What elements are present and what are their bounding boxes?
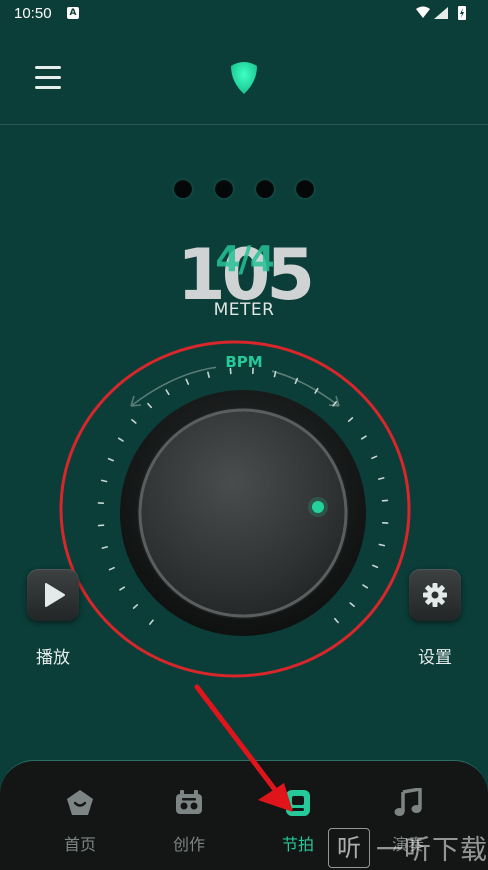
beat-indicator	[0, 180, 488, 202]
dial-tick	[102, 547, 107, 548]
dial-tick	[150, 620, 153, 624]
wifi-icon	[416, 7, 430, 19]
status-time: 10:50	[14, 5, 52, 22]
creation-icon	[174, 788, 204, 818]
beat-dot	[256, 180, 274, 198]
dial-tick	[132, 420, 136, 423]
hamburger-menu-icon[interactable]	[35, 66, 63, 92]
dial-tick	[379, 545, 384, 546]
dial-tick	[350, 603, 354, 606]
status-icons	[414, 5, 474, 25]
dial-tick	[110, 568, 115, 570]
dial-tick	[148, 404, 151, 408]
meter-label: METER	[184, 300, 304, 320]
tab-create-label: 创作	[144, 831, 234, 855]
play-icon	[27, 569, 79, 621]
tab-home[interactable]: 首页	[35, 785, 125, 865]
dial-tick	[275, 372, 276, 377]
beat-dot	[296, 180, 314, 198]
dial-tick	[120, 587, 124, 590]
dial-tick	[349, 418, 353, 421]
dial-tick	[372, 456, 377, 458]
meter-value[interactable]: 4/4	[204, 240, 284, 280]
music-note-icon	[393, 788, 423, 818]
bpm-dial[interactable]: BPM	[54, 336, 416, 682]
dial-tick	[362, 436, 366, 439]
metronome-icon	[283, 788, 313, 818]
guitar-pick-icon	[228, 60, 260, 96]
tab-metronome[interactable]: 节拍	[253, 785, 343, 865]
beat-dot	[215, 180, 233, 198]
dial-tick	[335, 619, 338, 623]
dial-tick	[186, 380, 188, 385]
dial-tick	[102, 480, 107, 481]
app-header	[0, 26, 488, 125]
tab-play[interactable]: 演奏	[363, 785, 453, 865]
tab-metronome-label: 节拍	[253, 831, 343, 855]
play-label: 播放	[13, 643, 93, 668]
dial-tick	[379, 478, 384, 479]
home-pentagon-icon	[65, 788, 95, 818]
bottom-tab-bar: 首页 创作 节拍 演奏	[0, 760, 488, 870]
dial-tick	[109, 459, 114, 461]
signal-icon	[434, 7, 448, 19]
beat-dot	[174, 180, 192, 198]
dial-tick	[363, 585, 367, 588]
play-button[interactable]	[27, 569, 79, 621]
tab-create[interactable]: 创作	[144, 785, 234, 865]
dial-tick	[208, 372, 209, 377]
dial-tick	[373, 565, 378, 567]
tab-home-label: 首页	[35, 831, 125, 855]
settings-label: 设置	[395, 643, 475, 668]
notification-icon: A	[67, 7, 79, 19]
gear-icon	[409, 569, 461, 621]
tab-play-label: 演奏	[363, 831, 453, 855]
dial-tick	[166, 390, 169, 394]
dial-tick	[134, 605, 138, 608]
status-bar: 10:50 A	[0, 0, 488, 26]
dial-tick	[119, 438, 123, 441]
settings-button[interactable]	[409, 569, 461, 621]
